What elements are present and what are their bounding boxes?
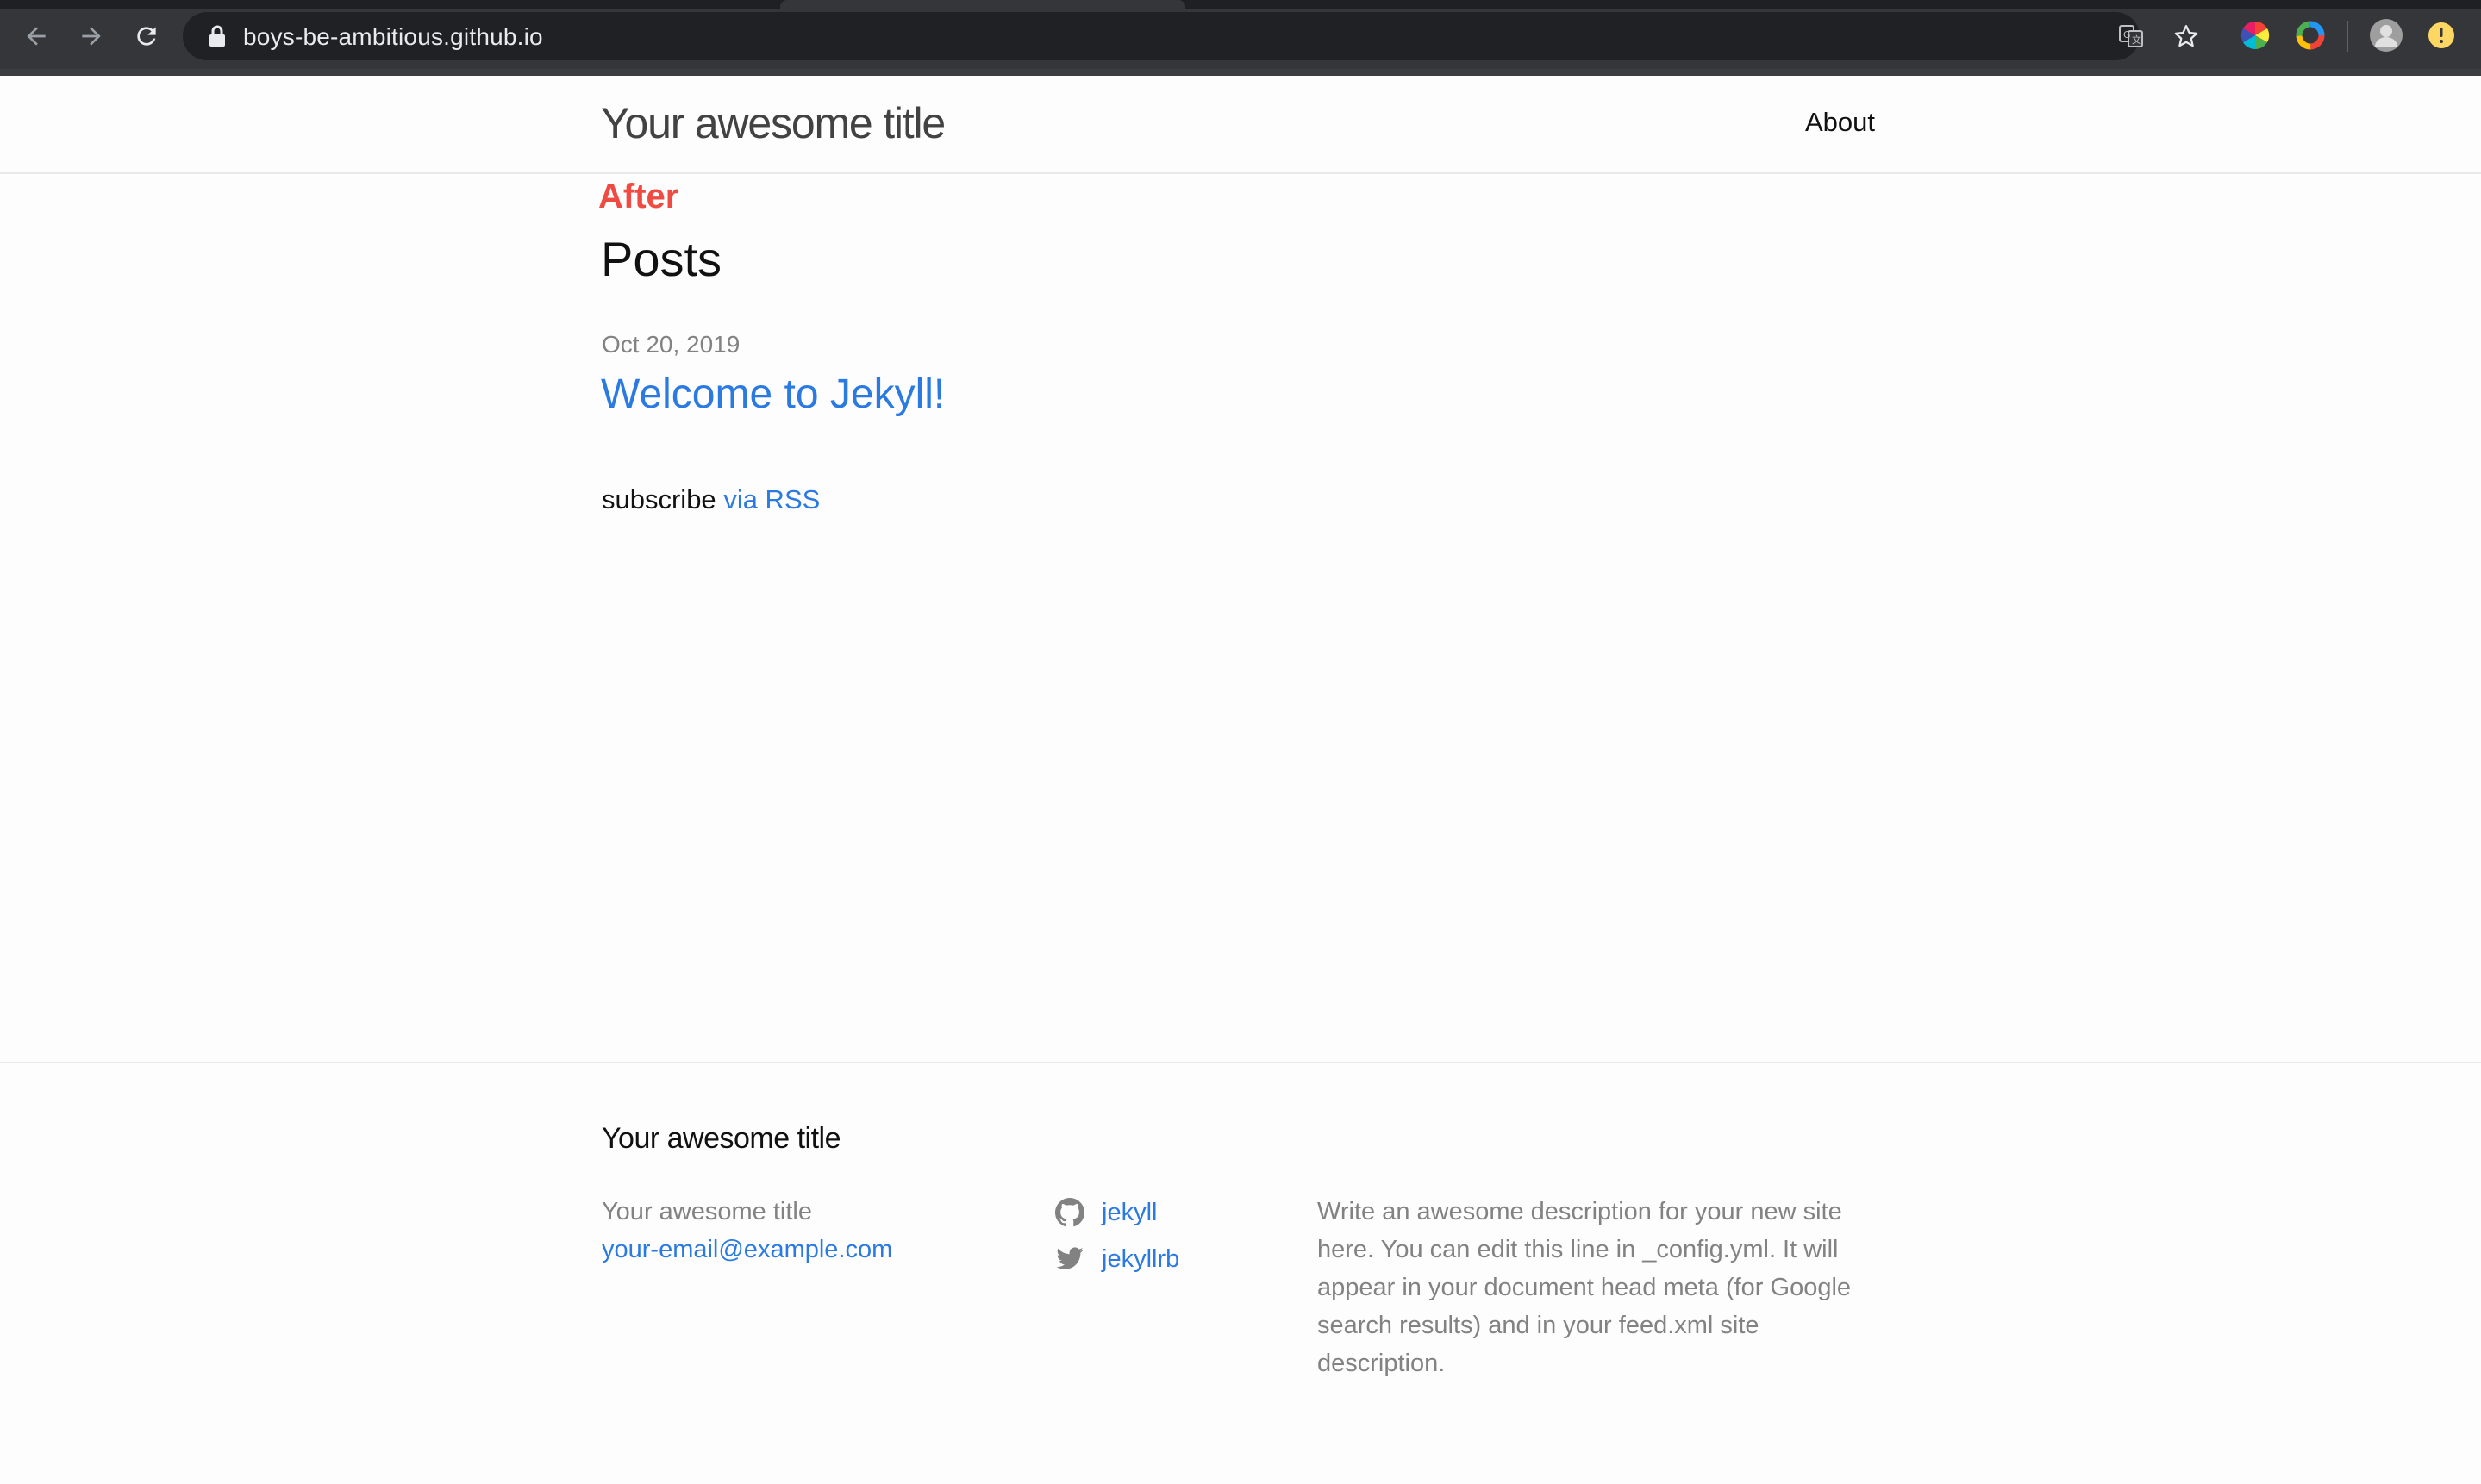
site-description: Write an awesome description for your ne…: [1317, 1198, 1852, 1377]
avatar-icon[interactable]: [2369, 18, 2403, 53]
site-title-link[interactable]: Your awesome title: [601, 98, 946, 148]
tab-strip: [0, 0, 2481, 9]
github-link[interactable]: jekyll: [1102, 1199, 1157, 1227]
github-icon[interactable]: [1055, 1198, 1084, 1227]
update-icon[interactable]: [2426, 18, 2460, 53]
subscribe-text: subscribe: [602, 484, 716, 514]
toolbar-divider: [2347, 21, 2348, 52]
site-header: Your awesome title About: [0, 76, 2481, 174]
post-title-link[interactable]: Welcome to Jekyll!: [601, 371, 945, 418]
browser-toolbar: boys-be-ambitious.github.io G 文: [0, 0, 2481, 76]
translate-icon[interactable]: G 文: [2115, 21, 2147, 52]
twitter-link[interactable]: jekyllrb: [1102, 1245, 1179, 1274]
arrow-left-icon[interactable]: [17, 17, 55, 55]
footer-email-link[interactable]: your-email@example.com: [602, 1236, 892, 1263]
lock-icon[interactable]: [209, 25, 226, 47]
rss-link[interactable]: via RSS: [723, 484, 820, 514]
star-icon[interactable]: [2171, 21, 2202, 52]
url-text[interactable]: boys-be-ambitious.github.io: [243, 23, 543, 51]
footer-heading: Your awesome title: [602, 1122, 841, 1155]
subscribe-line: subscribe via RSS: [602, 484, 820, 515]
social-item-github[interactable]: jekyll: [1055, 1189, 1179, 1236]
footer-social: jekyll jekyllrb: [1055, 1189, 1179, 1282]
svg-text:文: 文: [2132, 34, 2141, 46]
svg-text:G: G: [2123, 29, 2131, 41]
social-item-twitter[interactable]: jekyllrb: [1055, 1236, 1179, 1282]
toolbar-border: [0, 69, 2481, 76]
color-ring-icon[interactable]: [2293, 18, 2328, 53]
active-tab[interactable]: [780, 0, 1185, 9]
nav-link-about[interactable]: About: [1805, 107, 1875, 138]
address-bar[interactable]: boys-be-ambitious.github.io G 文: [183, 12, 2198, 60]
reload-icon[interactable]: [128, 17, 166, 55]
footer-contact: Your awesome title your-email@example.co…: [602, 1193, 892, 1269]
footer-name: Your awesome title: [602, 1198, 812, 1225]
annotation-label: After: [598, 178, 679, 215]
post-date: Oct 20, 2019: [602, 331, 741, 358]
posts-heading: Posts: [601, 232, 722, 286]
arrow-right-icon[interactable]: [72, 17, 110, 55]
site-footer: Your awesome title Your awesome title yo…: [0, 1062, 2481, 1484]
colorwheel-icon[interactable]: [2238, 18, 2272, 53]
twitter-icon[interactable]: [1055, 1244, 1084, 1274]
